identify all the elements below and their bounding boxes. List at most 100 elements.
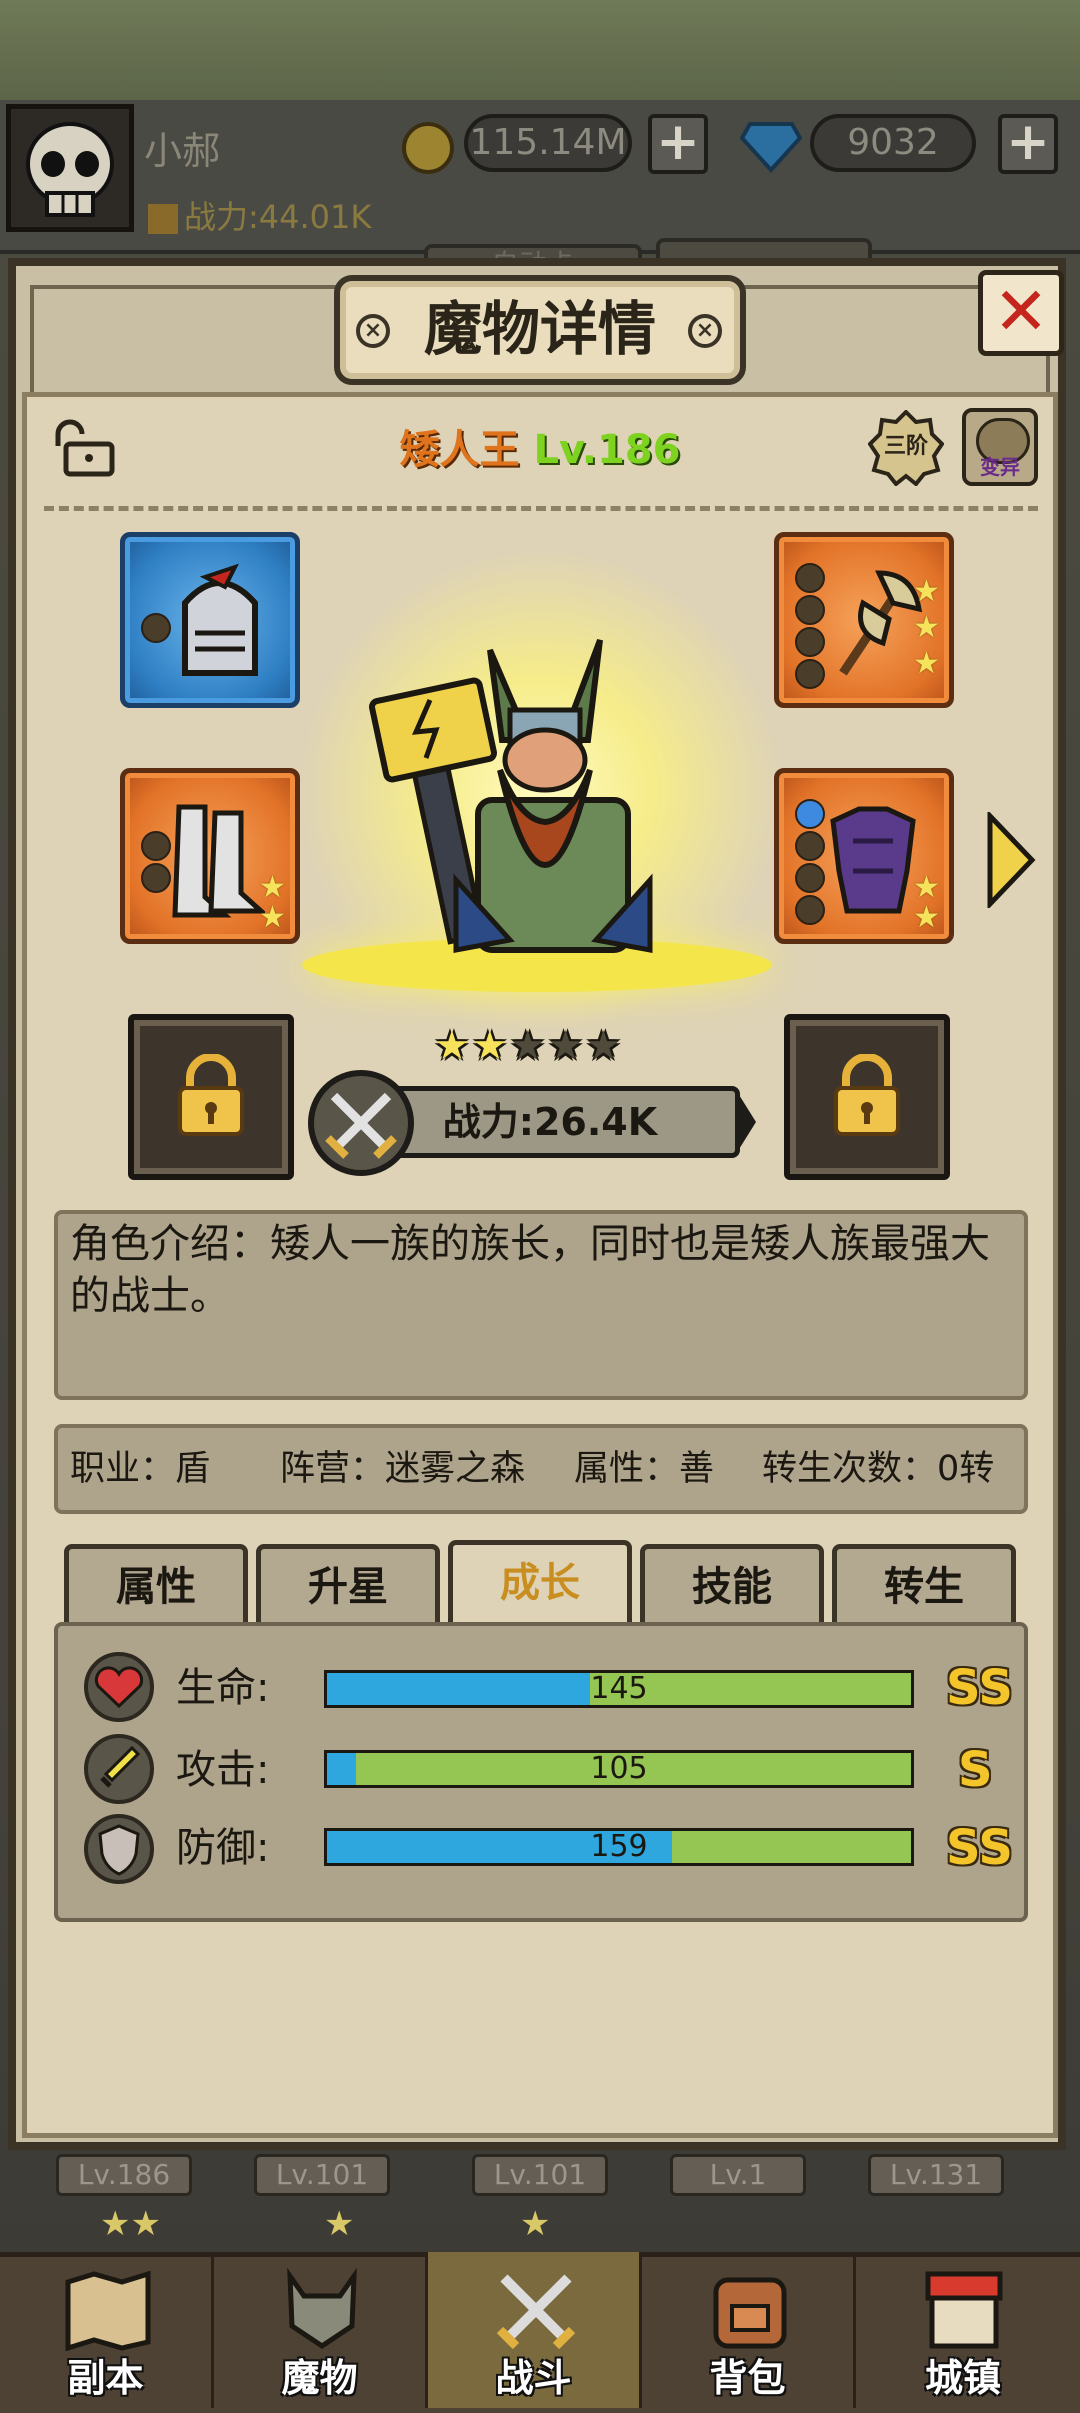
monster-icon xyxy=(287,2267,357,2350)
star-filled-icon: ★ xyxy=(434,1023,470,1069)
tab-attributes[interactable]: 属性 xyxy=(64,1544,248,1626)
gem-icon xyxy=(739,120,803,174)
stat-label-hp: 生命: xyxy=(176,1665,270,1711)
locked-slot-left[interactable] xyxy=(128,1014,294,1180)
locked-slot-right[interactable] xyxy=(784,1014,950,1180)
tab-skills[interactable]: 技能 xyxy=(640,1544,824,1626)
gem-socket-filled xyxy=(795,799,825,829)
unlock-icon[interactable] xyxy=(48,418,118,478)
star-filled-icon: ★ xyxy=(471,1023,508,1069)
tab-rebirth[interactable]: 转生 xyxy=(832,1544,1016,1626)
info-job: 职业：盾 xyxy=(70,1449,211,1489)
star-empty-icon: ★ xyxy=(509,1023,546,1069)
modal-title: 魔物详情 xyxy=(423,295,656,363)
add-gems-button[interactable]: + xyxy=(998,114,1058,174)
tab-growth[interactable]: 成长 xyxy=(448,1540,632,1628)
town-icon xyxy=(925,2271,1003,2349)
monster-name: 矮人王 xyxy=(399,427,520,473)
dwarf-king-sprite xyxy=(360,630,720,970)
nav-dungeon[interactable]: 副本 xyxy=(0,2252,214,2408)
equip-slot-armor[interactable]: ★ ★ xyxy=(774,768,954,944)
map-icon xyxy=(65,2270,151,2352)
stage-badge-label: 三阶 xyxy=(883,434,928,459)
tab-star-up[interactable]: 升星 xyxy=(256,1544,440,1626)
gem-socket xyxy=(795,895,825,925)
stat-bar-attack: 105 xyxy=(324,1750,914,1788)
equip-slot-boots[interactable]: ★ ★ xyxy=(120,768,300,944)
roster-level-3[interactable]: Lv.101 xyxy=(472,2154,608,2196)
info-faction: 阵营：迷雾之森 xyxy=(280,1449,526,1489)
gem-socket xyxy=(795,563,825,593)
coin-icon xyxy=(402,122,454,174)
roster-level-2[interactable]: Lv.101 xyxy=(254,2154,390,2196)
nav-label-backpack: 背包 xyxy=(709,2356,786,2400)
stat-bar-hp: 145 xyxy=(324,1670,914,1708)
stat-grade-defense: SS xyxy=(946,1820,1013,1876)
nav-label-monsters: 魔物 xyxy=(281,2356,358,2400)
roster-stars-3: ★ xyxy=(520,2204,551,2244)
power-badge-icon xyxy=(148,204,178,234)
helmet-icon xyxy=(182,563,258,676)
star-icon: ★ xyxy=(259,900,286,935)
nav-town[interactable]: 城镇 xyxy=(856,2252,1070,2408)
close-button[interactable]: ✕ xyxy=(978,270,1064,356)
star-icon: ★ xyxy=(913,870,940,905)
add-gold-button[interactable]: + xyxy=(648,114,708,174)
axe-icon xyxy=(839,570,923,676)
star-icon: ★ xyxy=(913,574,940,609)
player-power: 战力:44.01K xyxy=(148,192,371,238)
nav-label-town: 城镇 xyxy=(924,2356,1001,2400)
swords-icon xyxy=(496,2274,576,2350)
roster-level-1[interactable]: Lv.186 xyxy=(56,2154,192,2196)
description-text: 角色介绍：矮人一族的族长，同时也是矮人族最强大的战士。 xyxy=(70,1221,990,1319)
roster-level-4[interactable]: Lv.1 xyxy=(670,2154,806,2196)
dagger-icon xyxy=(84,1734,154,1804)
player-avatar[interactable] xyxy=(6,104,134,232)
crossed-swords-icon xyxy=(308,1070,414,1176)
star-rating: ★★★★★ xyxy=(434,1024,654,1068)
nav-backpack[interactable]: 背包 xyxy=(642,2252,856,2408)
nav-label-dungeon: 副本 xyxy=(67,2356,144,2400)
stat-label-attack: 攻击: xyxy=(176,1747,270,1793)
star-icon: ★ xyxy=(913,646,940,681)
nav-label-battle: 战斗 xyxy=(495,2356,572,2400)
roster-stars-2: ★ xyxy=(324,2204,355,2244)
padlock-icon xyxy=(178,1054,244,1136)
gem-socket xyxy=(795,659,825,689)
shield-icon xyxy=(84,1814,154,1884)
padlock-icon xyxy=(834,1054,900,1136)
heart-icon xyxy=(84,1652,154,1722)
stat-value-defense: 159 xyxy=(590,1829,648,1864)
gem-amount: 9032 xyxy=(810,114,976,172)
star-empty-icon: ★ xyxy=(547,1023,584,1069)
power-value: 战力:26.4K xyxy=(360,1086,740,1158)
roster-level-5[interactable]: Lv.131 xyxy=(868,2154,1004,2196)
stat-value-attack: 105 xyxy=(590,1751,648,1786)
monster-level: Lv.186 xyxy=(533,427,681,473)
player-name: 小郝 xyxy=(144,129,221,173)
stat-value-hp: 145 xyxy=(590,1671,648,1706)
chevron-right-icon xyxy=(987,809,1036,911)
gem-socket xyxy=(795,627,825,657)
stat-grade-hp: SS xyxy=(946,1660,1013,1716)
equip-slot-weapon[interactable]: ★ ★ ★ xyxy=(774,532,954,708)
power-arrow-tip xyxy=(736,1090,756,1154)
gold-amount: 115.14M xyxy=(464,114,632,172)
stat-label-defense: 防御: xyxy=(176,1825,270,1871)
armor-icon xyxy=(830,806,916,914)
info-rebirth: 转生次数：0转 xyxy=(762,1449,995,1489)
equip-slot-helmet[interactable] xyxy=(120,532,300,708)
nav-battle[interactable]: 战斗 xyxy=(428,2252,642,2408)
gem-socket xyxy=(795,595,825,625)
nav-monsters[interactable]: 魔物 xyxy=(214,2252,428,2408)
boots-icon xyxy=(172,804,265,918)
backpack-icon xyxy=(713,2277,787,2349)
skull-icon xyxy=(26,122,114,217)
stat-bar-defense: 159 xyxy=(324,1828,914,1866)
info-alignment: 属性：善 xyxy=(574,1449,715,1489)
next-monster-arrow[interactable] xyxy=(986,809,1036,911)
gem-socket xyxy=(795,831,825,861)
info-row: 职业：盾 阵营：迷雾之森 属性：善 转生次数：0转 xyxy=(54,1424,1028,1514)
gem-socket xyxy=(795,863,825,893)
player-power-text: 战力:44.01K xyxy=(184,198,372,236)
